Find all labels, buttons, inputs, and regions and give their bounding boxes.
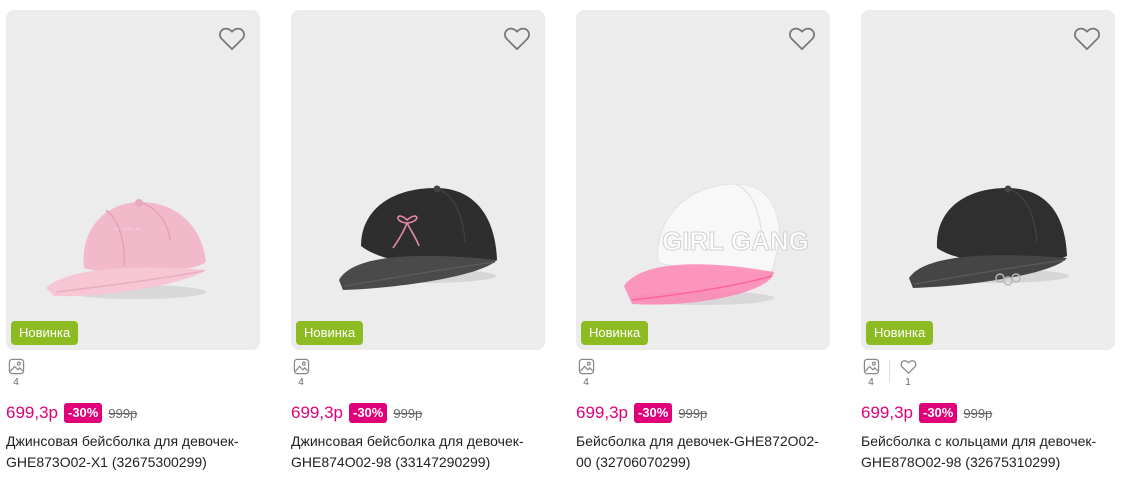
photos-counter[interactable]: 4 (861, 358, 881, 392)
product-meta: 4 (291, 358, 311, 392)
photos-count: 4 (13, 377, 19, 388)
old-price: 999р (393, 405, 423, 421)
photos-count: 4 (583, 377, 589, 388)
likes-counter[interactable]: 1 (898, 358, 918, 392)
favorite-heart-icon[interactable] (1073, 25, 1101, 51)
product-meta: 4 (576, 358, 596, 392)
product-meta: 4 (6, 358, 26, 392)
product-title[interactable]: Бейсболка для девочек-GHE872O02- 00 (327… (576, 431, 828, 473)
like-heart-icon (900, 360, 916, 374)
likes-count: 1 (905, 377, 911, 388)
image-icon (863, 358, 879, 375)
current-price: 699,3р (576, 403, 628, 422)
new-badge: Новинка (11, 321, 79, 345)
white-cap-pink-visor-image: GIRL GANG (624, 183, 809, 305)
new-badge: Новинка (581, 321, 649, 345)
product-title-line2: GHE878O02-98 (32675310299) (861, 454, 1061, 470)
image-icon (293, 358, 309, 375)
discount-badge: -30% (64, 403, 103, 423)
product-meta: 4 1 (861, 358, 918, 392)
favorite-heart-icon[interactable] (788, 25, 816, 51)
current-price: 699,3р (861, 403, 913, 422)
meta-divider (889, 360, 890, 382)
discount-badge: -30% (349, 403, 388, 423)
product-image[interactable]: GIRL GANG Новинка (576, 10, 830, 350)
old-price: 999р (963, 405, 993, 421)
current-price: 699,3р (6, 403, 58, 422)
product-title[interactable]: Бейсболка с кольцами для девочек- GHE878… (861, 431, 1113, 473)
new-badge: Новинка (866, 321, 934, 345)
photos-count: 4 (298, 377, 304, 388)
photos-counter[interactable]: 4 (6, 358, 26, 392)
current-price: 699,3р (291, 403, 343, 422)
product-title-line2: GHE874O02-98 (33147290299) (291, 454, 491, 470)
price-row: 699,3р -30% 999р (861, 402, 992, 424)
discount-badge: -30% (919, 403, 958, 423)
product-title-line2: 00 (32706070299) (576, 454, 691, 470)
product-title[interactable]: Джинсовая бейсболка для девочек- GHE873O… (6, 431, 258, 473)
photos-counter[interactable]: 4 (576, 358, 596, 392)
price-row: 699,3р -30% 999р (6, 402, 137, 424)
photos-count: 4 (868, 377, 874, 388)
product-image[interactable]: Новинка (861, 10, 1115, 350)
image-icon (578, 358, 594, 375)
favorite-heart-icon[interactable] (218, 25, 246, 51)
svg-text:~ ~~ ~: ~ ~~ ~ (114, 224, 140, 234)
product-title-line1: Джинсовая бейсболка для девочек- (6, 433, 239, 449)
favorite-heart-icon[interactable] (503, 25, 531, 51)
price-row: 699,3р -30% 999р (576, 402, 707, 424)
product-title-line1: Джинсовая бейсболка для девочек- (291, 433, 524, 449)
product-image[interactable]: ~ ~~ ~ Новинка (6, 10, 260, 350)
product-title[interactable]: Джинсовая бейсболка для девочек- GHE874O… (291, 431, 543, 473)
product-grid: ~ ~~ ~ Новинка 4 699,3р -30% 999р Джинсо… (0, 0, 1129, 477)
product-image[interactable]: Новинка (291, 10, 545, 350)
new-badge: Новинка (296, 321, 364, 345)
old-price: 999р (678, 405, 708, 421)
product-title-line2: GHE873O02-X1 (32675300299) (6, 454, 207, 470)
product-card[interactable]: GIRL GANG Новинка 4 699,3р -30% 999р Бей… (576, 0, 830, 477)
product-card[interactable]: Новинка 4 1 699,3р -30% 999р Бейсболка с… (861, 0, 1115, 477)
image-icon (8, 358, 24, 375)
gray-cap-with-rings-image (909, 185, 1069, 288)
product-card[interactable]: ~ ~~ ~ Новинка 4 699,3р -30% 999р Джинсо… (6, 0, 260, 477)
photos-counter[interactable]: 4 (291, 358, 311, 392)
discount-badge: -30% (634, 403, 673, 423)
old-price: 999р (108, 405, 138, 421)
price-row: 699,3р -30% 999р (291, 402, 422, 424)
product-card[interactable]: Новинка 4 699,3р -30% 999р Джинсовая бей… (291, 0, 545, 477)
product-title-line1: Бейсболка с кольцами для девочек- (861, 433, 1097, 449)
gray-cap-with-bow-image (339, 185, 497, 290)
product-title-line1: Бейсболка для девочек-GHE872O02- (576, 433, 819, 449)
svg-text:GIRL GANG: GIRL GANG (662, 226, 809, 256)
pink-cap-image: ~ ~~ ~ (46, 199, 206, 299)
